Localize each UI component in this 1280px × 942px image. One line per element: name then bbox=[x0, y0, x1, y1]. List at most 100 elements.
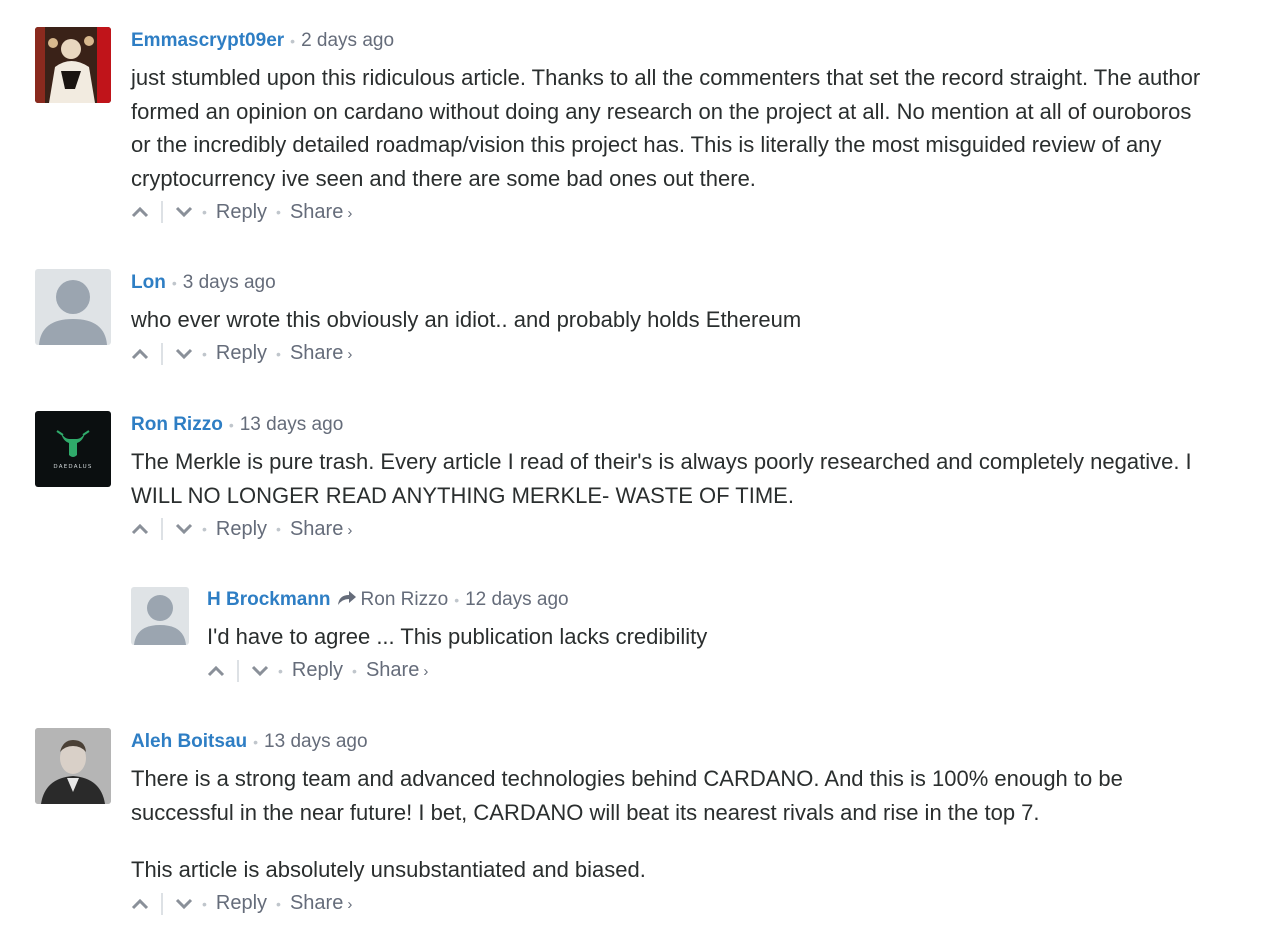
share-chevron-icon: › bbox=[423, 663, 429, 680]
reply-arrow-icon bbox=[337, 589, 357, 610]
default-avatar-icon bbox=[131, 587, 189, 645]
chevron-down-icon bbox=[251, 665, 269, 676]
share-label: Share bbox=[289, 342, 344, 364]
upvote-button[interactable] bbox=[131, 203, 149, 221]
share-button[interactable]: Share › bbox=[290, 201, 352, 224]
author-name[interactable]: H Brockmann bbox=[207, 589, 331, 610]
comment-paragraph: just stumbled upon this ridiculous artic… bbox=[131, 65, 1201, 191]
avatar[interactable] bbox=[35, 269, 111, 345]
share-chevron-icon: › bbox=[347, 204, 353, 222]
action-separator: • bbox=[202, 345, 207, 362]
chevron-down-icon bbox=[175, 523, 193, 535]
vote-divider bbox=[161, 201, 163, 223]
comment-header: Ron Rizzo • 13 days ago bbox=[131, 414, 1211, 436]
comment-actions: • Reply • Share › bbox=[131, 198, 1211, 226]
chevron-down-icon bbox=[175, 348, 193, 359]
avatar[interactable] bbox=[131, 587, 189, 645]
reply-button[interactable]: Reply bbox=[216, 892, 267, 915]
meta-separator: • bbox=[290, 33, 296, 49]
share-button[interactable]: Share › bbox=[290, 518, 352, 541]
vote-divider bbox=[161, 342, 163, 365]
avatar-image: DAEDALUS bbox=[35, 411, 111, 487]
share-chevron-icon: › bbox=[347, 896, 353, 913]
reply-button[interactable]: Reply bbox=[216, 518, 267, 541]
timestamp[interactable]: 13 days ago bbox=[240, 414, 344, 435]
comment-header: Emmascrypt09er • 2 days ago bbox=[131, 30, 1211, 52]
reply-button[interactable]: Reply bbox=[216, 342, 267, 365]
comment-header: H Brockmann Ron Rizzo • 12 days ago bbox=[207, 589, 1207, 611]
timestamp[interactable]: 2 days ago bbox=[301, 30, 394, 51]
reply-button[interactable]: Reply bbox=[216, 201, 267, 224]
meta-separator: • bbox=[454, 592, 460, 608]
comment-paragraph: This article is absolutely unsubstantiat… bbox=[131, 857, 646, 882]
chevron-up-icon bbox=[131, 523, 149, 535]
downvote-button[interactable] bbox=[251, 662, 269, 680]
avatar[interactable]: DAEDALUS bbox=[35, 411, 111, 487]
avatar-image bbox=[35, 728, 111, 804]
share-button[interactable]: Share › bbox=[366, 659, 428, 682]
vote-divider bbox=[161, 518, 163, 540]
author-name[interactable]: Ron Rizzo bbox=[131, 414, 223, 435]
chevron-down-icon bbox=[175, 206, 193, 218]
upvote-button[interactable] bbox=[131, 895, 149, 913]
action-separator: • bbox=[352, 662, 357, 679]
meta-separator: • bbox=[228, 417, 234, 433]
upvote-button[interactable] bbox=[131, 345, 149, 363]
comment-paragraph: There is a strong team and advanced tech… bbox=[131, 766, 1123, 825]
comment-text: just stumbled upon this ridiculous artic… bbox=[131, 61, 1211, 195]
default-avatar-icon bbox=[35, 269, 111, 345]
share-label: Share bbox=[365, 659, 420, 681]
share-chevron-icon: › bbox=[347, 346, 353, 363]
author-name[interactable]: Emmascrypt09er bbox=[131, 30, 284, 51]
avatar[interactable] bbox=[35, 728, 111, 804]
action-separator: • bbox=[278, 662, 283, 679]
share-button[interactable]: Share › bbox=[290, 892, 352, 915]
action-separator: • bbox=[202, 521, 207, 537]
meta-separator: • bbox=[253, 734, 259, 750]
downvote-button[interactable] bbox=[175, 345, 193, 363]
action-separator: • bbox=[276, 345, 281, 362]
avatar-image bbox=[35, 27, 111, 103]
comment-text: I'd have to agree ... This publication l… bbox=[207, 620, 1207, 654]
upvote-button[interactable] bbox=[131, 520, 149, 538]
chevron-up-icon bbox=[207, 665, 225, 676]
share-button[interactable]: Share › bbox=[290, 342, 352, 365]
meta-separator: • bbox=[171, 275, 177, 291]
action-separator: • bbox=[202, 895, 207, 912]
comment-paragraph: I'd have to agree ... This publication l… bbox=[207, 624, 708, 649]
avatar-logo-text: DAEDALUS bbox=[53, 464, 92, 470]
timestamp[interactable]: 12 days ago bbox=[465, 589, 569, 610]
comment-actions: • Reply • Share › bbox=[131, 340, 1211, 368]
comment-paragraph: The Merkle is pure trash. Every article … bbox=[131, 449, 1192, 508]
comment-text: The Merkle is pure trash. Every article … bbox=[131, 445, 1211, 512]
reply-button[interactable]: Reply bbox=[292, 659, 343, 682]
timestamp[interactable]: 3 days ago bbox=[183, 272, 276, 293]
action-separator: • bbox=[202, 204, 207, 220]
downvote-button[interactable] bbox=[175, 895, 193, 913]
comment-paragraph: who ever wrote this obviously an idiot..… bbox=[131, 307, 802, 332]
action-separator: • bbox=[276, 204, 281, 220]
downvote-button[interactable] bbox=[175, 520, 193, 538]
vote-divider bbox=[161, 892, 163, 915]
upvote-button[interactable] bbox=[207, 662, 225, 680]
downvote-button[interactable] bbox=[175, 203, 193, 221]
comment-header: Aleh Boitsau • 13 days ago bbox=[131, 731, 1211, 753]
share-label: Share bbox=[289, 517, 344, 540]
timestamp[interactable]: 13 days ago bbox=[264, 731, 368, 752]
avatar[interactable] bbox=[35, 27, 111, 103]
chevron-down-icon bbox=[175, 898, 193, 909]
vote-divider bbox=[237, 659, 239, 682]
author-name[interactable]: Lon bbox=[131, 272, 166, 293]
comment-actions: • Reply • Share › bbox=[131, 515, 1211, 543]
comment-actions: • Reply • Share › bbox=[131, 890, 1211, 918]
comment-header: Lon • 3 days ago bbox=[131, 272, 1211, 294]
parent-author-link[interactable]: Ron Rizzo bbox=[361, 589, 449, 610]
share-label: Share bbox=[289, 200, 344, 223]
share-label: Share bbox=[289, 892, 344, 914]
share-chevron-icon: › bbox=[347, 521, 353, 539]
action-separator: • bbox=[276, 521, 281, 537]
author-name[interactable]: Aleh Boitsau bbox=[131, 731, 247, 752]
chevron-up-icon bbox=[131, 206, 149, 218]
comment-text: who ever wrote this obviously an idiot..… bbox=[131, 303, 1211, 337]
chevron-up-icon bbox=[131, 898, 149, 909]
